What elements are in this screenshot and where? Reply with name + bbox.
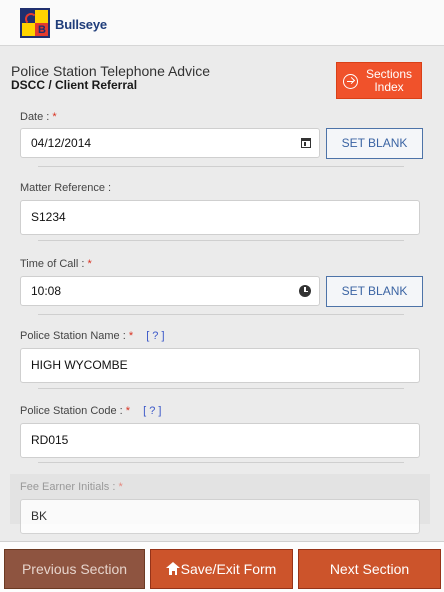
date-set-blank-button[interactable]: SET BLANK <box>326 128 423 159</box>
save-exit-form-button[interactable]: Save/Exit Form <box>150 549 293 589</box>
required-marker: * <box>52 111 57 123</box>
time-of-call-label: Time of Call : * <box>20 258 92 270</box>
time-of-call-value: 10:08 <box>31 284 62 298</box>
arrow-right-circle-icon <box>343 74 358 89</box>
fee-earner-initials-label: Fee Earner Initials : * <box>20 481 123 493</box>
next-section-button[interactable]: Next Section <box>298 549 441 589</box>
logo-letter: B <box>38 24 46 36</box>
police-station-name-field[interactable]: HIGH WYCOMBE <box>20 348 420 383</box>
required-marker: * <box>87 258 92 270</box>
police-station-code-value: RD015 <box>31 433 69 447</box>
home-icon <box>166 562 180 575</box>
matter-reference-value: S1234 <box>31 210 66 224</box>
sections-index-button[interactable]: Sections Index <box>336 62 422 99</box>
police-station-name-label: Police Station Name : * [ ? ] <box>20 330 165 342</box>
time-set-blank-button[interactable]: SET BLANK <box>326 276 423 307</box>
fee-earner-initials-field[interactable]: BK <box>20 499 420 534</box>
app-bar: B Bullseye <box>0 0 444 46</box>
matter-reference-field[interactable]: S1234 <box>20 200 420 235</box>
calendar-icon[interactable] <box>301 138 311 148</box>
police-station-name-value: HIGH WYCOMBE <box>31 358 128 372</box>
police-station-code-field[interactable]: RD015 <box>20 423 420 458</box>
date-label-text: Date : <box>20 111 50 123</box>
page-title: Police Station Telephone Advice <box>11 63 210 79</box>
date-label: Date : * <box>20 111 57 123</box>
divider <box>38 166 404 167</box>
required-marker: * <box>125 405 131 417</box>
matter-reference-label-text: Matter Reference : <box>20 182 112 194</box>
fee-earner-initials-label-text: Fee Earner Initials : <box>20 481 116 493</box>
police-station-name-help-link[interactable]: [ ? ] <box>146 330 164 342</box>
required-marker: * <box>128 330 134 342</box>
sections-index-label-line2: Index <box>374 80 404 94</box>
police-station-code-label-text: Police Station Code : <box>20 405 123 417</box>
divider <box>38 462 404 463</box>
brand-name: Bullseye <box>55 17 107 32</box>
bullseye-logo-icon: B <box>20 8 50 38</box>
footer-bar: Previous Section Save/Exit Form Next Sec… <box>0 541 444 592</box>
save-exit-form-label: Save/Exit Form <box>180 561 277 577</box>
required-marker: * <box>118 481 123 493</box>
date-value: 04/12/2014 <box>31 136 92 150</box>
page-subtitle: DSCC / Client Referral <box>11 78 138 92</box>
police-station-name-label-text: Police Station Name : <box>20 330 126 342</box>
date-field[interactable]: 04/12/2014 <box>20 128 320 158</box>
police-station-code-label: Police Station Code : * [ ? ] <box>20 405 161 417</box>
previous-section-button[interactable]: Previous Section <box>4 549 145 589</box>
time-of-call-label-text: Time of Call : <box>20 258 85 270</box>
clock-icon[interactable] <box>299 285 311 297</box>
police-station-code-help-link[interactable]: [ ? ] <box>143 405 161 417</box>
divider <box>38 388 404 389</box>
fee-earner-initials-value: BK <box>31 509 48 523</box>
divider <box>38 240 404 241</box>
divider <box>38 314 404 315</box>
matter-reference-label: Matter Reference : <box>20 182 111 194</box>
time-of-call-field[interactable]: 10:08 <box>20 276 320 306</box>
